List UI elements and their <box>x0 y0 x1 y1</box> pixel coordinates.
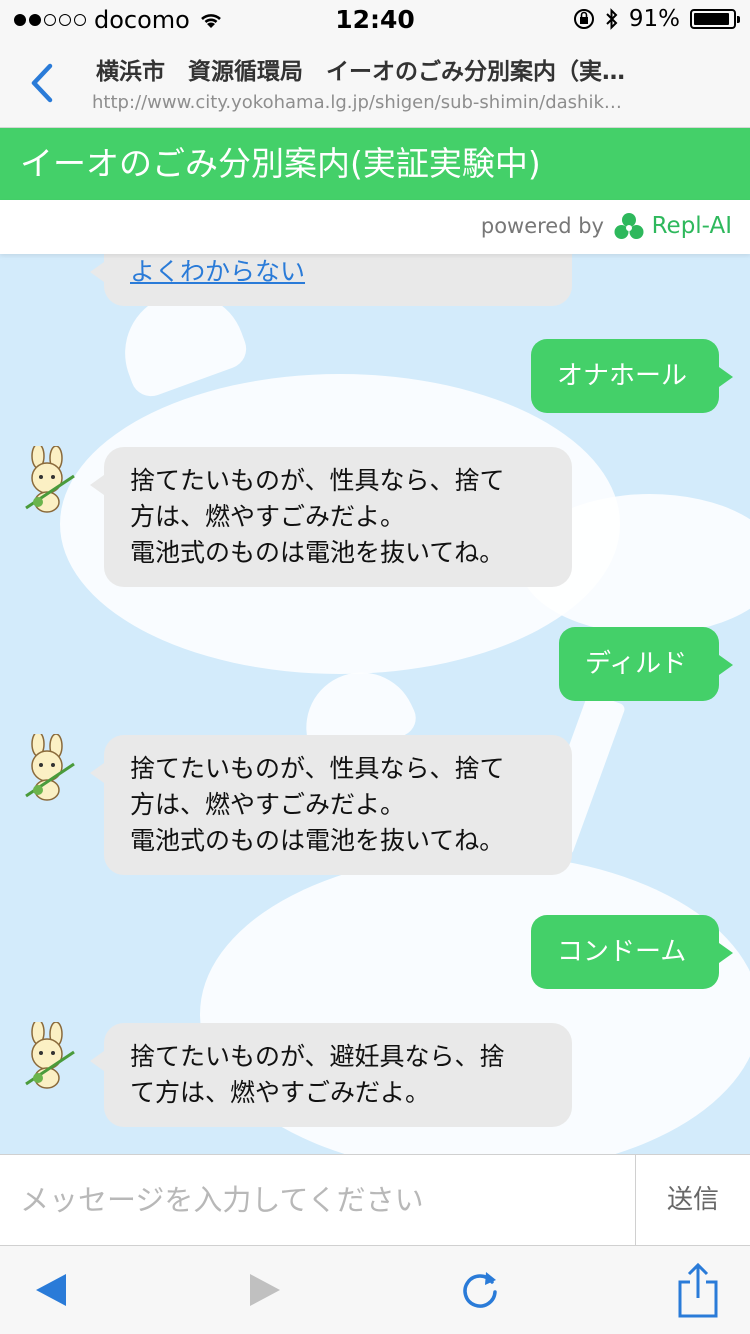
bot-message-line: 方は、燃やすごみだよ。 <box>130 502 406 531</box>
battery-icon <box>690 9 740 29</box>
bot-message-line: 捨てたいものが、性具なら、捨て <box>130 466 505 495</box>
user-message-text: ディルド <box>585 649 688 679</box>
page-title: 横浜市 資源循環局 イーオのごみ分別案内（実… <box>96 59 625 85</box>
reload-icon[interactable] <box>456 1266 504 1314</box>
user-message: コンドーム <box>531 915 733 989</box>
bot-message-line: 電池式のものは電池を抜いてね。 <box>130 826 505 855</box>
forward-arrow-icon[interactable] <box>238 1266 286 1314</box>
chat-header-title: イーオのごみ分別案内(実証実験中) <box>0 128 750 200</box>
bot-message: 捨てたいものが、避妊具なら、捨 て方は、燃やすごみだよ。 <box>90 1023 572 1127</box>
powered-by-label: powered by <box>480 214 604 238</box>
bot-message: 捨てたいものが、性具なら、捨て 方は、燃やすごみだよ。 電池式のものは電池を抜い… <box>90 447 572 587</box>
bot-message-line: 捨てたいものが、避妊具なら、捨 <box>130 1042 505 1071</box>
message-input-bar: 送信 <box>0 1154 750 1246</box>
page-url[interactable]: http://www.city.yokohama.lg.jp/shigen/su… <box>92 92 662 113</box>
chat-area[interactable]: よくわからない オナホール 捨てたいものが、性具なら、捨て 方は、燃やすごみだよ… <box>0 254 750 1154</box>
browser-toolbar <box>0 1246 750 1334</box>
share-icon[interactable] <box>676 1262 720 1318</box>
user-message-text: オナホール <box>557 361 688 391</box>
bluetooth-icon <box>606 8 618 30</box>
bot-message: 捨てたいものが、性具なら、捨て 方は、燃やすごみだよ。 電池式のものは電池を抜い… <box>90 735 572 875</box>
user-message: オナホール <box>531 339 733 413</box>
bot-message-line: て方は、燃やすごみだよ。 <box>130 1078 431 1107</box>
mascot-avatar-icon <box>25 446 75 513</box>
mascot-avatar-icon <box>25 1022 75 1089</box>
user-message-text: コンドーム <box>557 937 687 967</box>
bot-message-line: 捨てたいものが、性具なら、捨て <box>130 754 505 783</box>
repl-ai-brand-label: Repl-AI <box>651 213 732 239</box>
link-text[interactable]: よくわからない <box>130 257 305 286</box>
status-right: 91% <box>573 6 740 32</box>
mascot-avatar-icon <box>25 734 75 801</box>
status-bar: docomo 12:40 91% <box>0 0 750 40</box>
message-input[interactable] <box>0 1155 636 1245</box>
send-button[interactable]: 送信 <box>636 1155 750 1245</box>
browser-nav-bar: 横浜市 資源循環局 イーオのごみ分別案内（実… http://www.city.… <box>0 40 750 128</box>
bot-message-line: 方は、燃やすごみだよ。 <box>130 790 406 819</box>
bot-message-line: 電池式のものは電池を抜いてね。 <box>130 538 505 567</box>
orientation-lock-icon <box>573 9 594 29</box>
battery-percent: 91% <box>628 6 680 32</box>
user-message: ディルド <box>559 627 733 701</box>
repl-ai-logo[interactable]: Repl-AI <box>614 212 732 240</box>
back-chevron-icon[interactable] <box>22 60 62 106</box>
repl-ai-icon <box>614 213 644 239</box>
back-arrow-icon[interactable] <box>30 1266 78 1314</box>
bot-message-link[interactable]: よくわからない <box>90 254 572 306</box>
powered-by-bar: powered by Repl-AI <box>0 200 750 254</box>
